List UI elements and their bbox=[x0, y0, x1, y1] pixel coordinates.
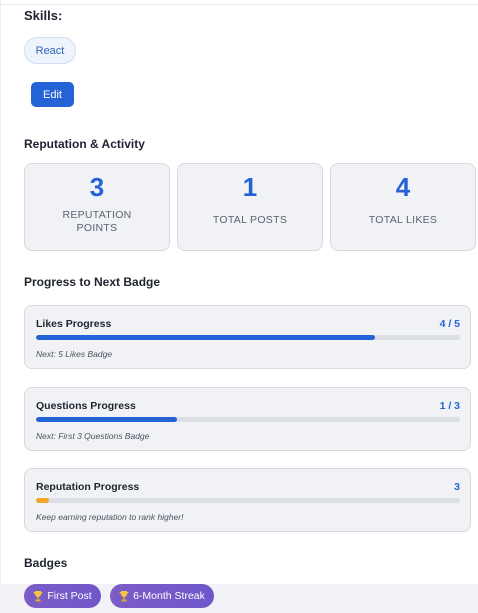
progress-card-questions: Questions Progress 1 / 3 Next: First 3 Q… bbox=[24, 387, 471, 451]
progress-note: Next: 5 Likes Badge bbox=[36, 349, 113, 359]
progress-track bbox=[36, 335, 460, 340]
stat-label: REPUTATION POINTS bbox=[62, 209, 132, 234]
progress-title: Questions Progress bbox=[36, 400, 136, 412]
panel-left-border bbox=[0, 0, 1, 613]
panel-top-border bbox=[0, 4, 478, 5]
progress-track bbox=[36, 498, 460, 503]
stat-card-total-likes: 4 TOTAL LIKES bbox=[330, 163, 476, 251]
badge-6-month-streak[interactable]: 6-Month Streak bbox=[110, 584, 214, 608]
stat-value: 3 bbox=[89, 172, 105, 202]
skill-chip-react: React bbox=[24, 37, 76, 64]
progress-fill bbox=[36, 417, 178, 422]
progress-title: Likes Progress bbox=[36, 318, 112, 330]
skills-title: Skills: bbox=[24, 8, 63, 23]
progress-fill bbox=[36, 498, 49, 503]
trophy-icon bbox=[33, 590, 43, 601]
stat-label: TOTAL POSTS bbox=[212, 214, 288, 226]
reputation-section-title: Reputation & Activity bbox=[24, 137, 145, 151]
stat-label: TOTAL LIKES bbox=[368, 214, 438, 226]
stat-card-total-posts: 1 TOTAL POSTS bbox=[177, 163, 323, 251]
progress-value: 4 / 5 bbox=[439, 318, 460, 330]
progress-track bbox=[36, 417, 460, 422]
progress-note: Keep earning reputation to rank higher! bbox=[36, 512, 184, 522]
stat-value: 1 bbox=[242, 172, 258, 202]
progress-value: 1 / 3 bbox=[439, 400, 460, 412]
progress-section-title: Progress to Next Badge bbox=[24, 275, 161, 289]
badge-label: First Post bbox=[47, 590, 92, 602]
badges-section-title: Badges bbox=[24, 556, 68, 570]
progress-card-reputation: Reputation Progress 3 Keep earning reput… bbox=[24, 468, 471, 532]
stat-card-reputation-points: 3 REPUTATION POINTS bbox=[24, 163, 170, 251]
progress-fill bbox=[36, 335, 376, 340]
badge-label: 6-Month Streak bbox=[133, 590, 205, 602]
badge-first-post[interactable]: First Post bbox=[24, 584, 101, 608]
trophy-icon bbox=[119, 590, 129, 601]
progress-note: Next: First 3 Questions Badge bbox=[36, 431, 150, 441]
progress-value: 3 bbox=[454, 481, 460, 493]
stat-value: 4 bbox=[395, 172, 411, 202]
progress-title: Reputation Progress bbox=[36, 481, 140, 493]
progress-card-likes: Likes Progress 4 / 5 Next: 5 Likes Badge bbox=[24, 305, 471, 369]
edit-button[interactable]: Edit bbox=[31, 82, 74, 107]
